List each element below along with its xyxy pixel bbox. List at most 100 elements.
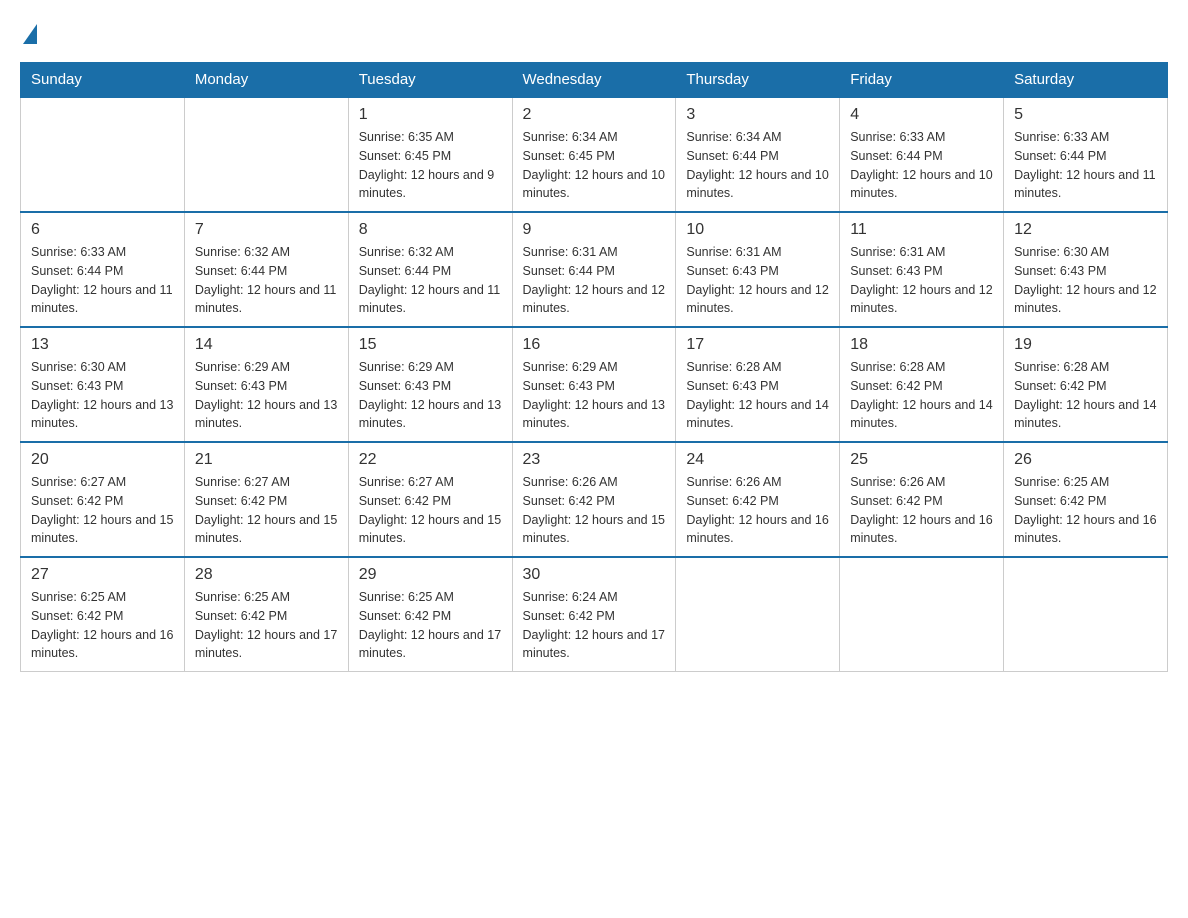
day-info: Sunrise: 6:31 AMSunset: 6:44 PMDaylight:… [523, 243, 666, 318]
calendar-day-cell: 30Sunrise: 6:24 AMSunset: 6:42 PMDayligh… [512, 557, 676, 672]
weekday-header-tuesday: Tuesday [348, 63, 512, 98]
day-info: Sunrise: 6:27 AMSunset: 6:42 PMDaylight:… [195, 473, 338, 548]
calendar-week-row: 27 Sunrise: 6:25 AMSunset: 6:42 PMDayligh… [21, 557, 1168, 672]
calendar-day-cell: 8Sunrise: 6:32 AMSunset: 6:44 PMDaylight… [348, 212, 512, 327]
calendar-day-cell: 24 Sunrise: 6:26 AMSunset: 6:42 PMDayligh… [676, 442, 840, 557]
day-info: Sunrise: 6:29 AMSunset: 6:43 PMDaylight:… [195, 358, 338, 433]
calendar-day-cell: 22 Sunrise: 6:27 AMSunset: 6:42 PMDayligh… [348, 442, 512, 557]
calendar-day-cell: 25Sunrise: 6:26 AMSunset: 6:42 PMDayligh… [840, 442, 1004, 557]
weekday-header-friday: Friday [840, 63, 1004, 98]
calendar-day-cell: 7 Sunrise: 6:32 AMSunset: 6:44 PMDaylight… [184, 212, 348, 327]
day-number: 26 [1014, 451, 1157, 469]
day-number: 10 [686, 221, 829, 239]
day-info: Sunrise: 6:26 AMSunset: 6:42 PMDaylight:… [686, 473, 829, 548]
day-number: 24 [686, 451, 829, 469]
calendar-day-cell [184, 97, 348, 212]
calendar-table: SundayMondayTuesdayWednesdayThursdayFrid… [20, 62, 1168, 672]
calendar-day-cell: 16 Sunrise: 6:29 AMSunset: 6:43 PMDayligh… [512, 327, 676, 442]
day-info: Sunrise: 6:27 AMSunset: 6:42 PMDaylight:… [31, 473, 174, 548]
day-number: 3 [686, 106, 829, 124]
calendar-day-cell: 17 Sunrise: 6:28 AMSunset: 6:43 PMDayligh… [676, 327, 840, 442]
calendar-day-cell: 1Sunrise: 6:35 AMSunset: 6:45 PMDaylight… [348, 97, 512, 212]
calendar-day-cell: 18Sunrise: 6:28 AMSunset: 6:42 PMDayligh… [840, 327, 1004, 442]
day-number: 22 [359, 451, 502, 469]
day-info: Sunrise: 6:25 AMSunset: 6:42 PMDaylight:… [31, 588, 174, 663]
calendar-day-cell: 2 Sunrise: 6:34 AMSunset: 6:45 PMDaylight… [512, 97, 676, 212]
weekday-header-thursday: Thursday [676, 63, 840, 98]
calendar-day-cell: 3Sunrise: 6:34 AMSunset: 6:44 PMDaylight… [676, 97, 840, 212]
calendar-week-row: 13 Sunrise: 6:30 AMSunset: 6:43 PMDayligh… [21, 327, 1168, 442]
calendar-day-cell: 19 Sunrise: 6:28 AMSunset: 6:42 PMDayligh… [1004, 327, 1168, 442]
day-info: Sunrise: 6:32 AMSunset: 6:44 PMDaylight:… [359, 243, 502, 318]
day-info: Sunrise: 6:30 AMSunset: 6:43 PMDaylight:… [31, 358, 174, 433]
day-info: Sunrise: 6:28 AMSunset: 6:42 PMDaylight:… [1014, 358, 1157, 433]
day-number: 7 [195, 221, 338, 239]
calendar-day-cell: 28Sunrise: 6:25 AMSunset: 6:42 PMDayligh… [184, 557, 348, 672]
day-info: Sunrise: 6:35 AMSunset: 6:45 PMDaylight:… [359, 128, 502, 203]
day-number: 14 [195, 336, 338, 354]
weekday-header-wednesday: Wednesday [512, 63, 676, 98]
calendar-day-cell [1004, 557, 1168, 672]
day-number: 5 [1014, 106, 1157, 124]
day-number: 2 [523, 106, 666, 124]
calendar-day-cell: 5 Sunrise: 6:33 AMSunset: 6:44 PMDaylight… [1004, 97, 1168, 212]
calendar-day-cell [21, 97, 185, 212]
calendar-day-cell: 27 Sunrise: 6:25 AMSunset: 6:42 PMDayligh… [21, 557, 185, 672]
day-info: Sunrise: 6:29 AMSunset: 6:43 PMDaylight:… [523, 358, 666, 433]
calendar-week-row: 1Sunrise: 6:35 AMSunset: 6:45 PMDaylight… [21, 97, 1168, 212]
day-info: Sunrise: 6:29 AMSunset: 6:43 PMDaylight:… [359, 358, 502, 433]
weekday-header-monday: Monday [184, 63, 348, 98]
calendar-week-row: 6 Sunrise: 6:33 AMSunset: 6:44 PMDaylight… [21, 212, 1168, 327]
day-info: Sunrise: 6:34 AMSunset: 6:45 PMDaylight:… [523, 128, 666, 203]
logo [20, 20, 37, 42]
calendar-day-cell: 10 Sunrise: 6:31 AMSunset: 6:43 PMDayligh… [676, 212, 840, 327]
day-number: 19 [1014, 336, 1157, 354]
calendar-day-cell: 15 Sunrise: 6:29 AMSunset: 6:43 PMDayligh… [348, 327, 512, 442]
day-number: 15 [359, 336, 502, 354]
calendar-day-cell: 26 Sunrise: 6:25 AMSunset: 6:42 PMDayligh… [1004, 442, 1168, 557]
day-info: Sunrise: 6:27 AMSunset: 6:42 PMDaylight:… [359, 473, 502, 548]
day-number: 27 [31, 566, 174, 584]
day-info: Sunrise: 6:32 AMSunset: 6:44 PMDaylight:… [195, 243, 338, 318]
day-number: 12 [1014, 221, 1157, 239]
calendar-day-cell: 14 Sunrise: 6:29 AMSunset: 6:43 PMDayligh… [184, 327, 348, 442]
day-number: 30 [523, 566, 666, 584]
day-number: 18 [850, 336, 993, 354]
day-info: Sunrise: 6:33 AMSunset: 6:44 PMDaylight:… [1014, 128, 1157, 203]
day-number: 11 [850, 221, 993, 239]
calendar-day-cell: 6 Sunrise: 6:33 AMSunset: 6:44 PMDaylight… [21, 212, 185, 327]
day-number: 25 [850, 451, 993, 469]
calendar-header: SundayMondayTuesdayWednesdayThursdayFrid… [21, 63, 1168, 98]
weekday-header-saturday: Saturday [1004, 63, 1168, 98]
day-info: Sunrise: 6:31 AMSunset: 6:43 PMDaylight:… [686, 243, 829, 318]
logo-triangle-icon [23, 24, 37, 44]
day-info: Sunrise: 6:31 AMSunset: 6:43 PMDaylight:… [850, 243, 993, 318]
calendar-week-row: 20 Sunrise: 6:27 AMSunset: 6:42 PMDayligh… [21, 442, 1168, 557]
day-number: 17 [686, 336, 829, 354]
day-info: Sunrise: 6:28 AMSunset: 6:43 PMDaylight:… [686, 358, 829, 433]
calendar-day-cell [840, 557, 1004, 672]
day-number: 13 [31, 336, 174, 354]
weekday-header-sunday: Sunday [21, 63, 185, 98]
day-info: Sunrise: 6:26 AMSunset: 6:42 PMDaylight:… [523, 473, 666, 548]
day-info: Sunrise: 6:30 AMSunset: 6:43 PMDaylight:… [1014, 243, 1157, 318]
day-number: 9 [523, 221, 666, 239]
page-header [20, 20, 1168, 42]
day-info: Sunrise: 6:33 AMSunset: 6:44 PMDaylight:… [850, 128, 993, 203]
calendar-day-cell: 9 Sunrise: 6:31 AMSunset: 6:44 PMDaylight… [512, 212, 676, 327]
calendar-body: 1Sunrise: 6:35 AMSunset: 6:45 PMDaylight… [21, 97, 1168, 672]
calendar-day-cell: 4 Sunrise: 6:33 AMSunset: 6:44 PMDaylight… [840, 97, 1004, 212]
day-number: 20 [31, 451, 174, 469]
day-number: 21 [195, 451, 338, 469]
day-number: 29 [359, 566, 502, 584]
day-number: 16 [523, 336, 666, 354]
day-info: Sunrise: 6:25 AMSunset: 6:42 PMDaylight:… [1014, 473, 1157, 548]
calendar-day-cell: 13 Sunrise: 6:30 AMSunset: 6:43 PMDayligh… [21, 327, 185, 442]
calendar-day-cell: 12 Sunrise: 6:30 AMSunset: 6:43 PMDayligh… [1004, 212, 1168, 327]
calendar-day-cell: 23Sunrise: 6:26 AMSunset: 6:42 PMDayligh… [512, 442, 676, 557]
day-info: Sunrise: 6:33 AMSunset: 6:44 PMDaylight:… [31, 243, 174, 318]
day-number: 4 [850, 106, 993, 124]
calendar-day-cell: 20 Sunrise: 6:27 AMSunset: 6:42 PMDayligh… [21, 442, 185, 557]
day-number: 6 [31, 221, 174, 239]
calendar-day-cell [676, 557, 840, 672]
